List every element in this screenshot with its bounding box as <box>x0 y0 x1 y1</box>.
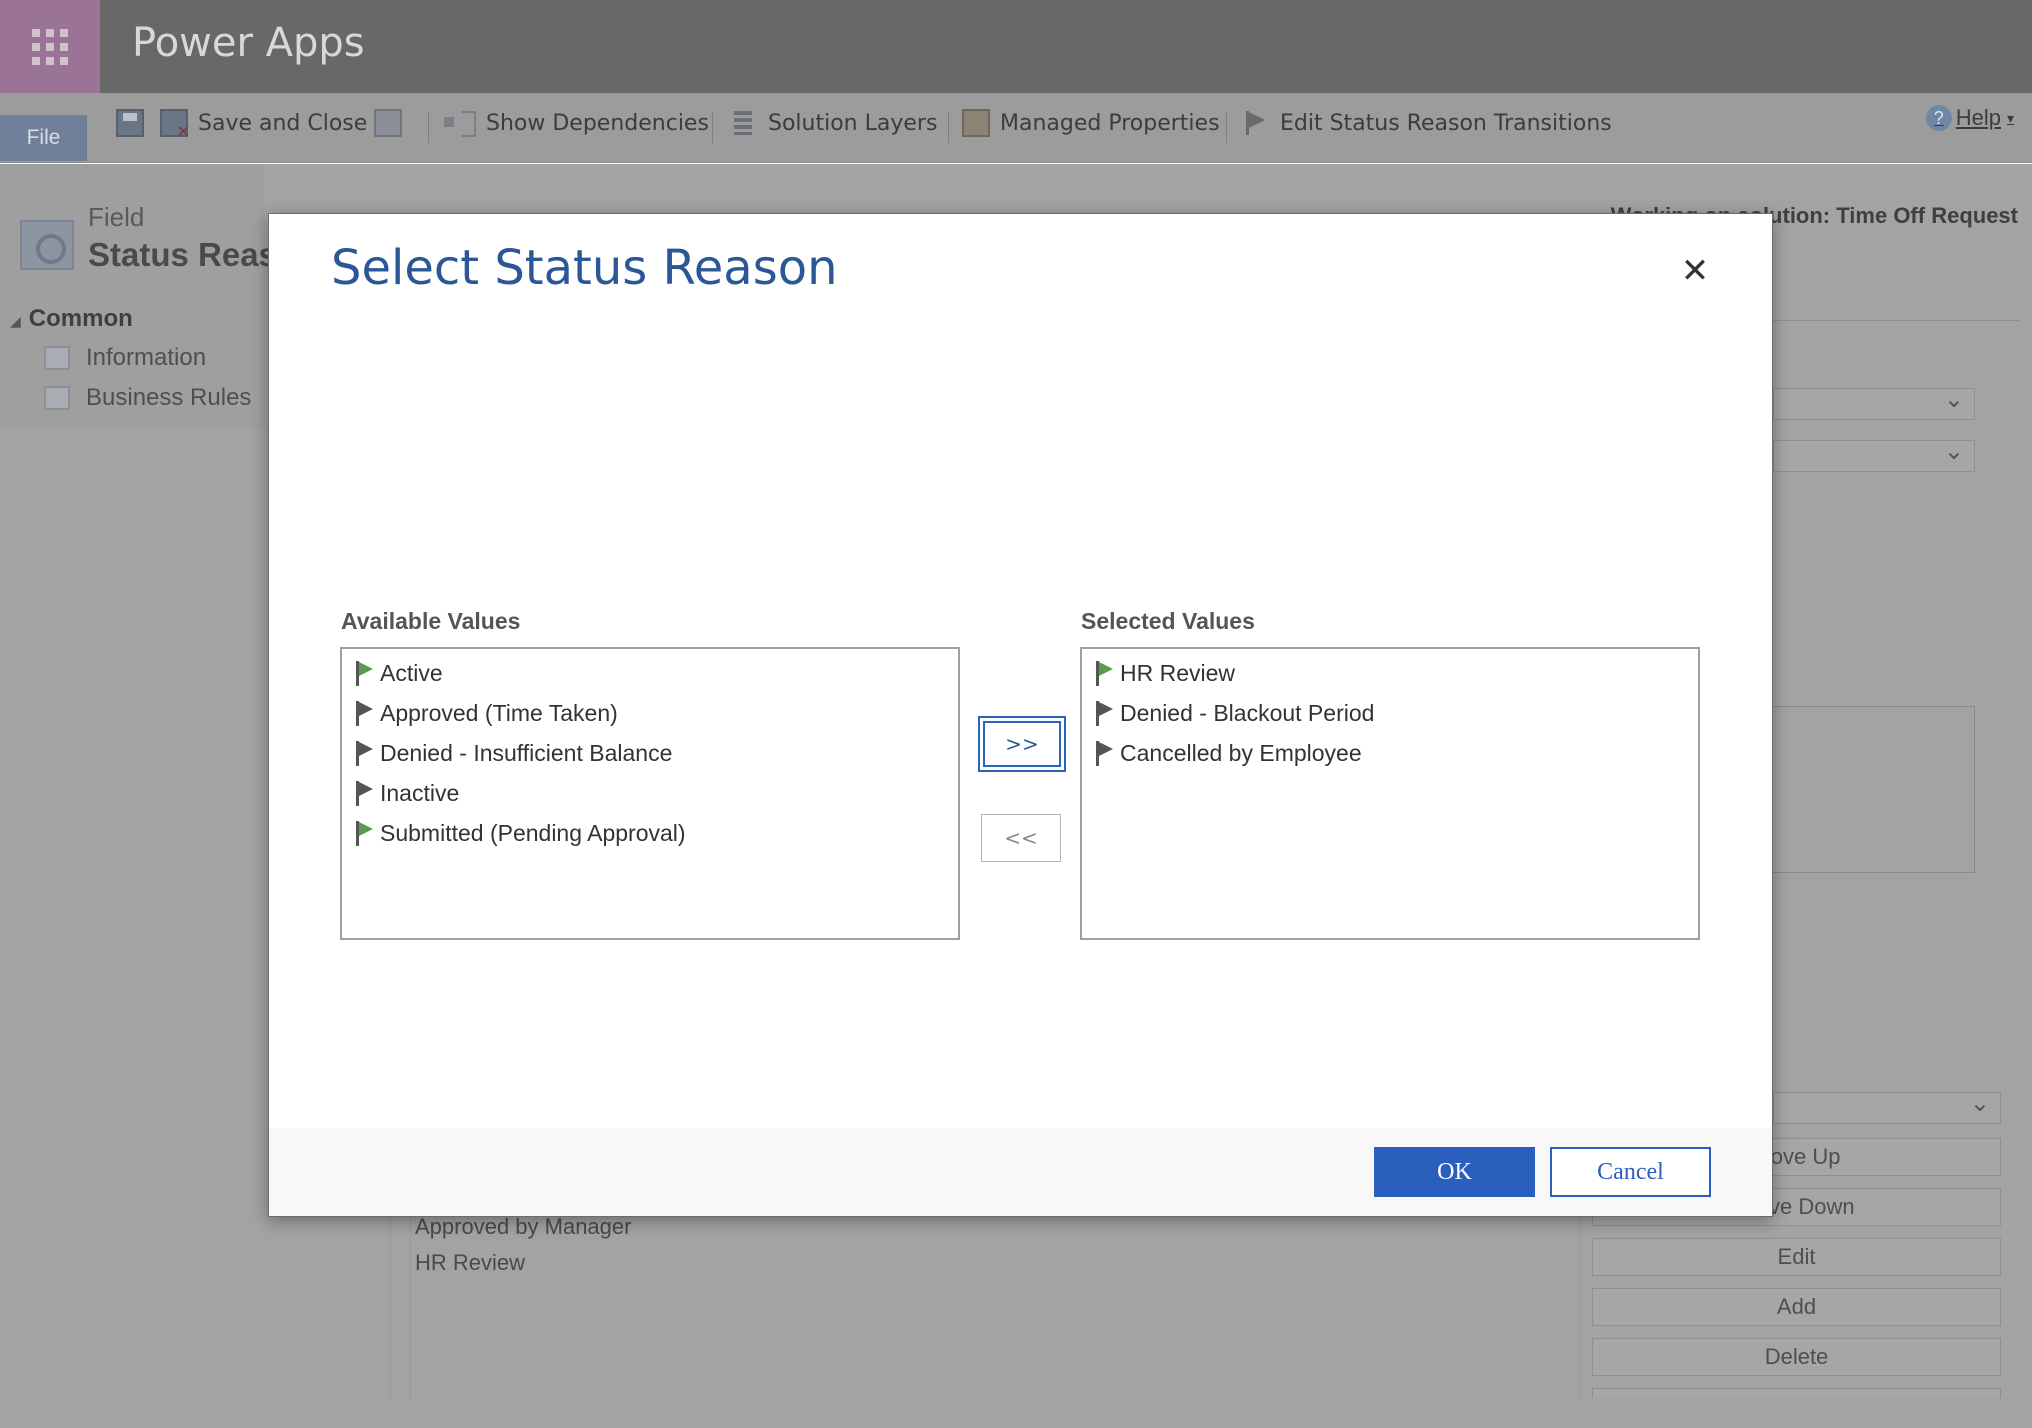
field-icon <box>20 220 74 270</box>
selected-values-label: Selected Values <box>1081 608 1255 634</box>
managed-properties-icon <box>962 109 990 137</box>
close-icon: ✕ <box>1680 252 1710 290</box>
list-item-label: Denied - Insufficient Balance <box>380 739 673 766</box>
help-label: Help <box>1955 105 2001 130</box>
file-tab[interactable]: File <box>0 115 87 161</box>
selected-values-list[interactable]: HR Review Denied - Blackout Period Cancell… <box>1080 647 1700 940</box>
list-item-label: Cancelled by Employee <box>1120 739 1362 766</box>
layers-icon <box>730 109 758 137</box>
list-item[interactable]: Submitted (Pending Approval) <box>342 813 958 853</box>
ribbon-separator <box>428 111 429 143</box>
nav-group-common[interactable]: ◢ Common <box>10 305 133 333</box>
save-and-close-icon <box>160 109 190 141</box>
app-title: Power Apps <box>132 20 365 66</box>
status-flag-icon <box>1094 740 1114 766</box>
remove-selected-button[interactable]: << <box>981 814 1061 862</box>
available-values-label: Available Values <box>341 608 521 634</box>
status-flag-icon <box>1094 660 1114 686</box>
background-dropdown[interactable] <box>1773 385 1975 420</box>
list-item[interactable]: HR Review <box>1082 653 1698 693</box>
status-flag-icon <box>354 700 374 726</box>
save-as-button[interactable] <box>374 103 412 143</box>
edit-button[interactable]: Edit <box>1592 1238 2001 1276</box>
cancel-button[interactable]: Cancel <box>1550 1147 1711 1197</box>
save-as-icon <box>374 109 402 137</box>
list-item-label: Approved (Time Taken) <box>380 699 618 726</box>
help-icon: ? <box>1925 105 1952 131</box>
list-item-label: Submitted (Pending Approval) <box>380 819 686 846</box>
solution-layers-button[interactable]: Solution Layers <box>730 103 937 143</box>
add-selected-button[interactable]: >> <box>983 721 1061 767</box>
dialog-footer: OK Cancel <box>269 1128 1772 1216</box>
help-button[interactable]: ? Help ▾ <box>1925 105 2014 131</box>
nav-group-label: Common <box>28 305 133 332</box>
dialog-title: Select Status Reason <box>331 240 838 296</box>
background-dropdown[interactable] <box>1773 437 1975 472</box>
add-button[interactable]: Add <box>1592 1288 2001 1326</box>
list-item: HR Review <box>415 1250 526 1275</box>
nav-item-label: Information <box>86 344 207 371</box>
ribbon-separator <box>948 111 949 143</box>
app-launcher-button[interactable] <box>0 0 100 93</box>
nav-item-label: Business Rules <box>86 384 252 411</box>
command-ribbon: File Save and Close Show Dependencies So… <box>0 93 2032 163</box>
managed-properties-label: Managed Properties <box>1000 110 1220 136</box>
list-item-label: Inactive <box>380 779 460 806</box>
entity-type-label: Field <box>88 202 145 232</box>
information-icon <box>44 346 70 370</box>
list-item[interactable]: Active <box>342 653 958 693</box>
save-and-close-label: Save and Close <box>198 110 368 136</box>
status-flag-icon <box>354 780 374 806</box>
delete-button[interactable]: Delete <box>1592 1338 2001 1376</box>
list-item[interactable]: Denied - Insufficient Balance <box>342 733 958 773</box>
save-and-close-button[interactable]: Save and Close <box>160 103 367 143</box>
show-dependencies-button[interactable]: Show Dependencies <box>444 103 709 143</box>
business-rules-icon <box>44 386 70 410</box>
dependencies-icon <box>444 109 476 137</box>
ribbon-separator <box>712 111 713 143</box>
page-title: Status Reas <box>88 236 277 273</box>
solution-layers-label: Solution Layers <box>768 110 938 136</box>
list-item[interactable]: Approved (Time Taken) <box>342 693 958 733</box>
waffle-icon <box>32 28 68 65</box>
managed-properties-button[interactable]: Managed Properties <box>962 103 1220 143</box>
available-values-list[interactable]: Active Approved (Time Taken) Denied - Insu… <box>340 647 960 940</box>
nav-item-business-rules[interactable]: Business Rules <box>44 384 251 412</box>
save-button[interactable] <box>116 103 154 143</box>
list-item[interactable]: Denied - Blackout Period <box>1082 693 1698 733</box>
list-item-label: Denied - Blackout Period <box>1120 699 1375 726</box>
ok-button[interactable]: OK <box>1374 1147 1535 1197</box>
list-item-label: Active <box>380 659 443 686</box>
status-flag-icon <box>354 820 374 846</box>
status-flag-icon <box>1094 700 1114 726</box>
select-status-reason-dialog: Select Status Reason ✕ Available Values … <box>268 213 1773 1217</box>
list-item[interactable]: Cancelled by Employee <box>1082 733 1698 773</box>
chevron-down-icon: ▾ <box>2006 109 2014 126</box>
list-item-label: HR Review <box>1120 659 1236 686</box>
status-flag-icon <box>354 740 374 766</box>
transitions-flag-icon <box>1242 109 1270 137</box>
save-icon <box>116 109 144 137</box>
collapse-triangle-icon: ◢ <box>10 313 21 329</box>
ribbon-separator <box>1226 111 1227 143</box>
list-item: Approved by Manager <box>415 1214 632 1239</box>
show-dependencies-label: Show Dependencies <box>486 110 709 136</box>
background-button-partial <box>1592 1388 2001 1398</box>
app-header: Power Apps <box>0 0 2032 93</box>
edit-status-reason-transitions-button[interactable]: Edit Status Reason Transitions <box>1242 103 1612 143</box>
edit-status-reason-transitions-label: Edit Status Reason Transitions <box>1280 110 1612 136</box>
nav-item-information[interactable]: Information <box>44 344 206 372</box>
close-button[interactable]: ✕ <box>1680 254 1710 288</box>
status-flag-icon <box>354 660 374 686</box>
background-dropdown[interactable] <box>1773 1089 2001 1124</box>
list-item[interactable]: Inactive <box>342 773 958 813</box>
